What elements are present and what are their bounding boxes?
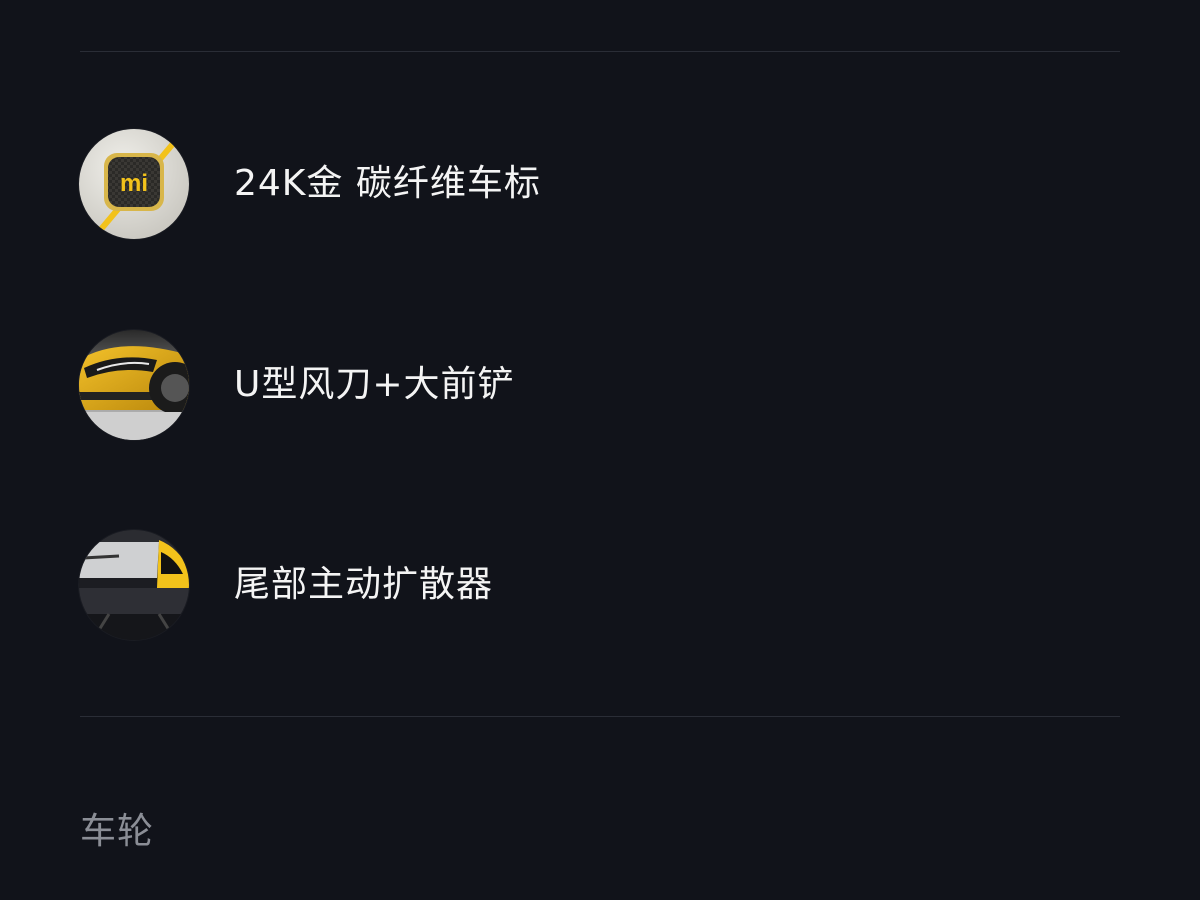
- feature-item-badge[interactable]: mi 24K金 碳纤维车标: [79, 129, 1119, 239]
- feature-item-rear-diffuser[interactable]: 尾部主动扩散器: [79, 530, 1119, 640]
- rear-diffuser-photo-icon: [79, 530, 189, 640]
- feature-label: 尾部主动扩散器: [234, 564, 494, 605]
- mi-logo-badge-icon: mi: [79, 129, 189, 239]
- badge-text: mi: [120, 170, 148, 197]
- section-title-wheels: 车轮: [80, 811, 155, 852]
- divider-bottom: [80, 716, 1120, 717]
- feature-item-front-splitter[interactable]: U型风刀+大前铲: [79, 330, 1119, 440]
- front-bumper-photo-icon: [79, 330, 189, 440]
- divider-top: [80, 51, 1120, 52]
- feature-label: 24K金 碳纤维车标: [234, 163, 541, 204]
- feature-label: U型风刀+大前铲: [234, 364, 515, 405]
